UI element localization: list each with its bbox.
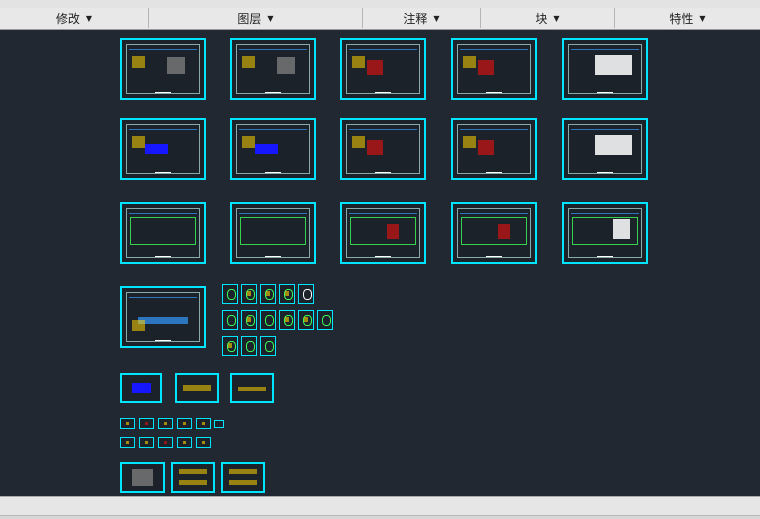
detail-thumbnail[interactable] [241, 336, 257, 356]
drawing-sheet[interactable] [120, 462, 165, 493]
detail-thumbnail[interactable] [298, 310, 314, 330]
detail-thumbnail[interactable] [298, 284, 314, 304]
detail-thumbnail[interactable] [177, 437, 192, 448]
drawing-sheet[interactable] [451, 202, 537, 264]
drawing-sheet[interactable] [451, 38, 537, 100]
drawing-sheet[interactable] [120, 202, 206, 264]
ribbon-group-annotation[interactable]: 注释 ▼ [363, 8, 481, 28]
drawing-canvas[interactable] [0, 30, 760, 496]
ribbon-group-label: 块 [535, 11, 548, 26]
chevron-down-icon[interactable]: ▼ [267, 14, 273, 23]
horizontal-scrollbar[interactable] [0, 497, 760, 516]
ribbon-group-layers[interactable]: 图层 ▼ [149, 8, 363, 28]
drawing-sheet[interactable] [120, 38, 206, 100]
detail-thumbnail[interactable] [260, 284, 276, 304]
detail-thumbnail[interactable] [196, 418, 211, 429]
drawing-sheet[interactable] [340, 38, 426, 100]
ribbon-group-properties[interactable]: 特性 ▼ [615, 8, 760, 28]
detail-thumbnail[interactable] [317, 310, 333, 330]
detail-thumbnail[interactable] [120, 437, 135, 448]
detail-thumbnail[interactable] [222, 284, 238, 304]
detail-thumbnail[interactable] [260, 336, 276, 356]
drawing-sheet[interactable] [451, 118, 537, 180]
ribbon-group-label: 修改 [55, 11, 80, 26]
ribbon-group-label: 图层 [237, 11, 262, 26]
detail-thumbnail[interactable] [139, 437, 154, 448]
detail-thumbnail[interactable] [158, 418, 173, 429]
detail-thumbnail[interactable] [241, 284, 257, 304]
drawing-sheet[interactable] [562, 202, 648, 264]
detail-thumbnail[interactable] [214, 420, 224, 428]
status-bar [0, 496, 760, 519]
ribbon-group-modify[interactable]: 修改 ▼ [0, 8, 149, 28]
detail-thumbnail[interactable] [222, 310, 238, 330]
drawing-sheet[interactable] [340, 202, 426, 264]
drawing-sheet[interactable] [562, 118, 648, 180]
drawing-sheet[interactable] [120, 373, 162, 403]
detail-thumbnail[interactable] [260, 310, 276, 330]
drawing-sheet[interactable] [171, 462, 215, 493]
chevron-down-icon[interactable]: ▼ [553, 14, 559, 23]
drawing-sheet[interactable] [175, 373, 219, 403]
drawing-sheet[interactable] [120, 118, 206, 180]
drawing-sheet[interactable] [230, 118, 316, 180]
detail-thumbnail[interactable] [279, 310, 295, 330]
drawing-sheet[interactable] [230, 38, 316, 100]
detail-thumbnail[interactable] [222, 336, 238, 356]
ribbon-group-label: 特性 [669, 11, 694, 26]
drawing-sheet[interactable] [230, 202, 316, 264]
chevron-down-icon[interactable]: ▼ [86, 14, 92, 23]
drawing-sheet[interactable] [120, 286, 206, 348]
detail-thumbnail[interactable] [279, 284, 295, 304]
drawing-sheet[interactable] [221, 462, 265, 493]
detail-thumbnail[interactable] [196, 437, 211, 448]
ribbon-top-strip [0, 0, 760, 8]
ribbon-group-block[interactable]: 块 ▼ [481, 8, 615, 28]
detail-thumbnail[interactable] [177, 418, 192, 429]
chevron-down-icon[interactable]: ▼ [699, 14, 705, 23]
drawing-sheet[interactable] [340, 118, 426, 180]
detail-thumbnail[interactable] [120, 418, 135, 429]
ribbon-group-label: 注释 [403, 11, 428, 26]
detail-thumbnail[interactable] [158, 437, 173, 448]
ribbon-panel: 修改 ▼ 图层 ▼ 注释 ▼ 块 ▼ 特性 ▼ [0, 0, 760, 30]
detail-thumbnail[interactable] [139, 418, 154, 429]
drawing-sheet[interactable] [230, 373, 274, 403]
chevron-down-icon[interactable]: ▼ [433, 14, 439, 23]
drawing-sheet[interactable] [562, 38, 648, 100]
detail-thumbnail[interactable] [241, 310, 257, 330]
